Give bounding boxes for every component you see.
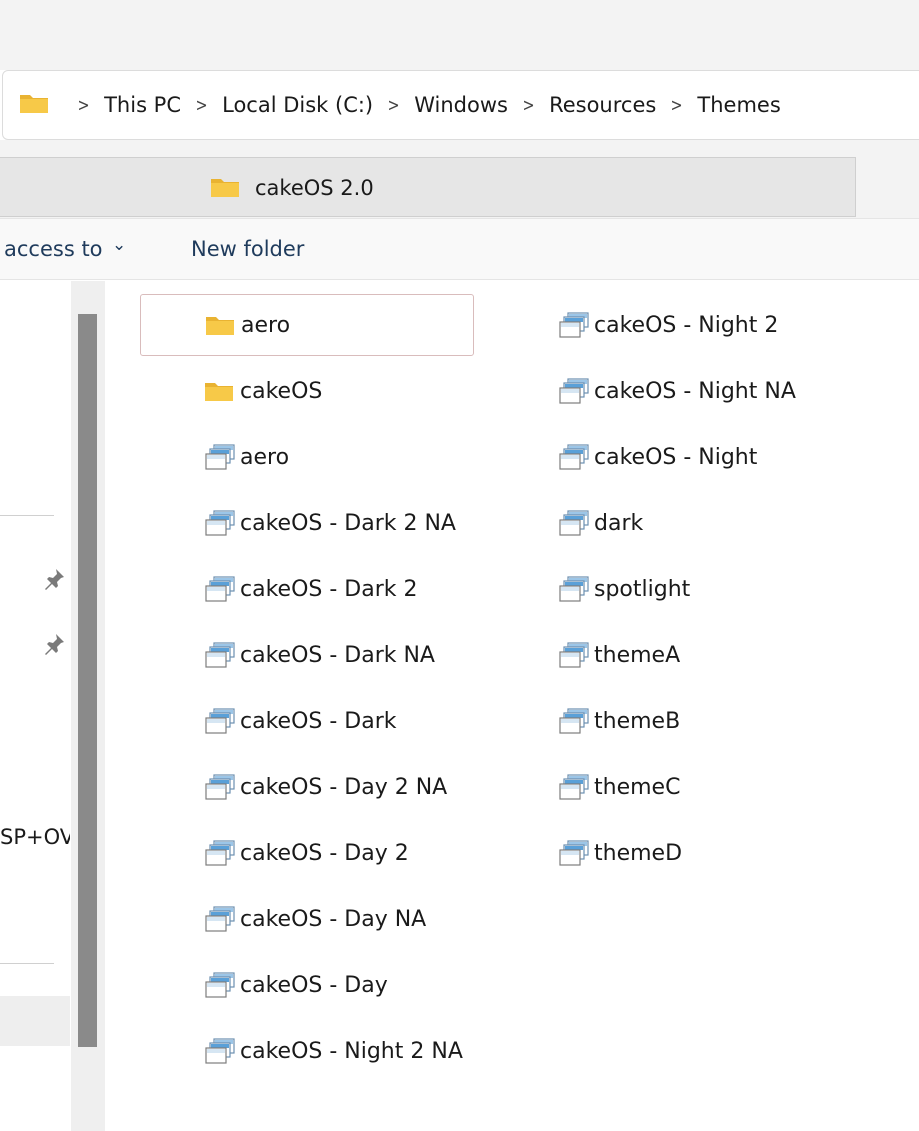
theme-file-item[interactable]: themeB xyxy=(558,690,898,752)
file-name: cakeOS - Day xyxy=(240,972,388,998)
theme-file-item[interactable]: cakeOS - Day NA xyxy=(204,888,504,950)
theme-file-icon xyxy=(204,837,240,869)
scrollbar-thumb[interactable] xyxy=(78,314,97,1047)
nav-item-partial[interactable]: SP+OVA xyxy=(0,825,70,849)
theme-file-icon xyxy=(204,441,240,473)
new-folder-button[interactable]: New folder xyxy=(191,237,304,261)
file-name: cakeOS - Day 2 NA xyxy=(240,774,448,800)
theme-file-item[interactable]: cakeOS - Dark 2 NA xyxy=(204,492,504,554)
theme-file-item[interactable]: dark xyxy=(558,492,898,554)
file-name: aero xyxy=(240,444,290,470)
theme-file-item[interactable]: cakeOS - Night 2 xyxy=(558,294,898,356)
window-top-strip xyxy=(0,0,919,70)
command-bar: access to ⌄ New folder xyxy=(0,218,919,280)
file-name: cakeOS - Dark xyxy=(240,708,397,734)
theme-file-item[interactable]: cakeOS - Night 2 NA xyxy=(204,1020,504,1082)
theme-file-icon xyxy=(558,639,594,671)
folder-item[interactable]: aero xyxy=(140,294,474,356)
chevron-right-icon: > xyxy=(195,94,208,116)
theme-file-item[interactable]: themeC xyxy=(558,756,898,818)
theme-file-item[interactable]: cakeOS - Day xyxy=(204,954,504,1016)
nav-divider xyxy=(0,963,54,964)
theme-file-icon xyxy=(558,507,594,539)
chevron-right-icon: > xyxy=(670,94,683,116)
file-name: cakeOS - Night xyxy=(594,444,758,470)
file-name: dark xyxy=(594,510,644,536)
theme-file-item[interactable]: cakeOS - Night xyxy=(558,426,898,488)
theme-file-icon xyxy=(558,771,594,803)
theme-file-icon xyxy=(204,969,240,1001)
pin-icon[interactable] xyxy=(42,632,66,661)
file-name: cakeOS - Dark NA xyxy=(240,642,435,668)
folder-icon xyxy=(210,176,240,202)
theme-file-item[interactable]: cakeOS - Day 2 xyxy=(204,822,504,884)
theme-file-item[interactable]: cakeOS - Night NA xyxy=(558,360,898,422)
breadcrumb-resources[interactable]: Resources xyxy=(549,93,656,117)
theme-file-icon xyxy=(204,573,240,605)
theme-file-icon xyxy=(204,1035,240,1067)
file-name: cakeOS - Night NA xyxy=(594,378,796,404)
nav-item-selected[interactable] xyxy=(0,996,70,1046)
file-name: spotlight xyxy=(594,576,691,602)
theme-file-icon xyxy=(204,903,240,935)
theme-file-item[interactable]: cakeOS - Day 2 NA xyxy=(204,756,504,818)
address-bar[interactable]: > This PC > Local Disk (C:) > Windows > … xyxy=(2,70,919,140)
chevron-right-icon: > xyxy=(77,94,90,116)
file-name: aero xyxy=(241,312,291,338)
tab-label: cakeOS 2.0 xyxy=(255,176,374,200)
theme-file-icon xyxy=(558,573,594,605)
file-name: cakeOS - Night 2 NA xyxy=(240,1038,463,1064)
nav-divider xyxy=(0,515,54,516)
breadcrumb-windows[interactable]: Windows xyxy=(414,93,508,117)
file-name: cakeOS - Dark 2 xyxy=(240,576,418,602)
theme-file-item[interactable]: aero xyxy=(204,426,504,488)
tab-strip: cakeOS 2.0 xyxy=(0,140,919,218)
theme-file-icon xyxy=(204,705,240,737)
theme-file-icon xyxy=(558,309,594,341)
theme-file-item[interactable]: cakeOS - Dark xyxy=(204,690,504,752)
theme-file-icon xyxy=(204,771,240,803)
breadcrumb-this-pc[interactable]: This PC xyxy=(104,93,181,117)
theme-file-icon xyxy=(558,837,594,869)
theme-file-item[interactable]: themeD xyxy=(558,822,898,884)
folder-icon xyxy=(204,375,240,407)
file-name: cakeOS - Dark 2 NA xyxy=(240,510,456,536)
theme-file-item[interactable]: themeA xyxy=(558,624,898,686)
folder-icon xyxy=(19,92,49,118)
chevron-right-icon: > xyxy=(522,94,535,116)
file-name: cakeOS - Day 2 xyxy=(240,840,409,866)
file-name: cakeOS - Day NA xyxy=(240,906,427,932)
file-name: cakeOS - Night 2 xyxy=(594,312,779,338)
file-name: themeD xyxy=(594,840,683,866)
pin-icon[interactable] xyxy=(42,567,66,596)
chevron-right-icon: > xyxy=(387,94,400,116)
theme-file-item[interactable]: cakeOS - Dark NA xyxy=(204,624,504,686)
chevron-down-icon[interactable]: ⌄ xyxy=(112,235,126,255)
tab-cakeos-2[interactable]: cakeOS 2.0 xyxy=(0,157,856,217)
theme-file-icon xyxy=(558,441,594,473)
breadcrumb-themes[interactable]: Themes xyxy=(697,93,780,117)
theme-file-icon xyxy=(204,639,240,671)
navigation-pane: SP+OVA xyxy=(0,281,107,1131)
theme-file-item[interactable]: cakeOS - Dark 2 xyxy=(204,558,504,620)
file-list: aero cakeOS aero cakeOS - Dark 2 NA cakeOS -… xyxy=(107,281,919,1131)
give-access-button[interactable]: access to xyxy=(4,237,103,261)
theme-file-icon xyxy=(204,507,240,539)
file-name: themeC xyxy=(594,774,681,800)
breadcrumb-local-disk[interactable]: Local Disk (C:) xyxy=(222,93,373,117)
theme-file-icon xyxy=(558,375,594,407)
file-name: cakeOS xyxy=(240,378,323,404)
theme-file-item[interactable]: spotlight xyxy=(558,558,898,620)
theme-file-icon xyxy=(558,705,594,737)
file-name: themeA xyxy=(594,642,681,668)
folder-icon xyxy=(205,309,241,341)
file-name: themeB xyxy=(594,708,681,734)
folder-item[interactable]: cakeOS xyxy=(204,360,504,422)
